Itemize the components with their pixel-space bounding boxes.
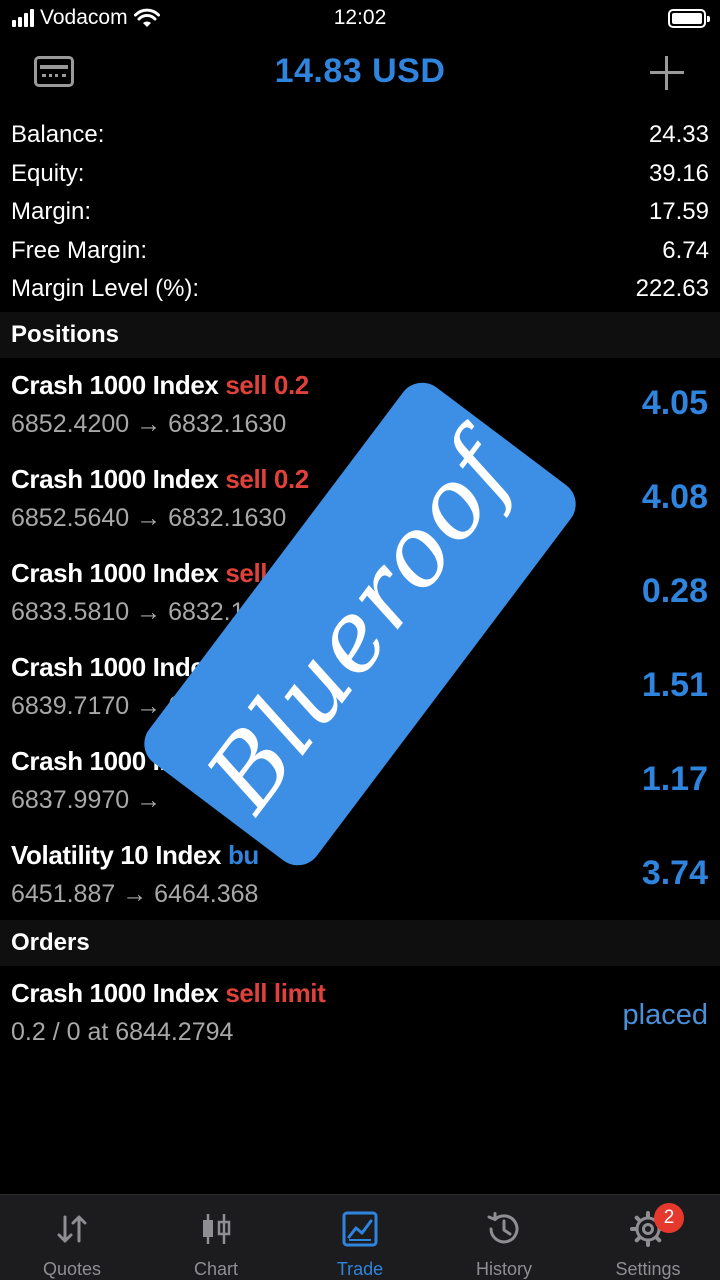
summary-row-free-margin: Free Margin: 6.74 xyxy=(0,232,720,271)
orders-section-header: Orders xyxy=(0,920,720,966)
position-prices: 6852.4200 → 6832.1630 xyxy=(11,410,287,438)
position-symbol: Crash 1000 Index xyxy=(11,558,219,588)
account-summary: Balance: 24.33 Equity: 39.16 Margin: 17.… xyxy=(0,116,720,309)
position-profit: 4.05 xyxy=(641,384,708,422)
tab-bar: Quotes Chart Trade History 2 Settings xyxy=(0,1194,720,1280)
summary-value: 6.74 xyxy=(662,236,709,264)
summary-label: Equity: xyxy=(11,159,85,187)
position-prices: 6451.887 → 6464.368 xyxy=(11,880,259,908)
position-prices: 6837.9970 → xyxy=(11,786,162,814)
candlestick-chart-icon xyxy=(203,1214,231,1244)
position-row[interactable]: Volatility 10 Index bu 6451.887 → 6464.3… xyxy=(0,828,720,922)
summary-value: 222.63 xyxy=(635,275,709,303)
trade-chart-icon xyxy=(342,1211,378,1247)
position-profit: 3.74 xyxy=(641,854,708,892)
summary-row-equity: Equity: 39.16 xyxy=(0,155,720,194)
orders-list: Crash 1000 Index sell limit 0.2 / 0 at 6… xyxy=(0,966,720,1060)
summary-value: 24.33 xyxy=(648,121,709,149)
position-profit: 1.51 xyxy=(641,666,708,704)
position-symbol: Volatility 10 Index xyxy=(11,840,222,870)
notification-badge: 2 xyxy=(654,1203,684,1233)
add-order-plus-icon[interactable] xyxy=(650,56,684,90)
position-side: sell 0.2 xyxy=(225,370,309,400)
summary-label: Margin: xyxy=(11,198,92,226)
order-row[interactable]: Crash 1000 Index sell limit 0.2 / 0 at 6… xyxy=(0,966,720,1060)
tab-label: Settings xyxy=(615,1259,681,1279)
summary-row-margin-level: Margin Level (%): 222.63 xyxy=(0,270,720,309)
position-symbol: Crash 1000 Index xyxy=(11,370,219,400)
position-profit: 0.28 xyxy=(641,572,708,610)
tab-label: History xyxy=(475,1259,532,1279)
position-side: sell 0.2 xyxy=(225,464,309,494)
order-side: sell limit xyxy=(225,978,326,1008)
tab-label: Chart xyxy=(193,1259,238,1279)
order-symbol: Crash 1000 Index xyxy=(11,978,219,1008)
quotes-arrows-icon xyxy=(57,1215,87,1243)
position-prices: 6852.5640 → 6832.1630 xyxy=(11,504,287,532)
summary-label: Balance: xyxy=(11,121,105,149)
summary-value: 17.59 xyxy=(648,198,709,226)
tab-trade[interactable]: Trade xyxy=(288,1195,432,1280)
summary-label: Free Margin: xyxy=(11,236,148,264)
top-bar: 14.83 USD xyxy=(0,44,720,104)
position-profit: 1.17 xyxy=(641,760,708,798)
battery-icon xyxy=(668,9,710,28)
position-symbol: Crash 1000 Index xyxy=(11,464,219,494)
summary-row-balance: Balance: 24.33 xyxy=(0,116,720,155)
summary-row-margin: Margin: 17.59 xyxy=(0,193,720,232)
position-side: bu xyxy=(227,840,259,870)
position-row[interactable]: Crash 1000 Index sell 0.2 6852.4200 → 68… xyxy=(0,358,720,452)
tab-quotes[interactable]: Quotes xyxy=(0,1195,144,1280)
status-time: 12:02 xyxy=(333,6,387,29)
order-detail: 0.2 / 0 at 6844.2794 xyxy=(11,1018,234,1046)
positions-section-header: Positions xyxy=(0,312,720,358)
history-clock-icon xyxy=(487,1212,519,1244)
tab-chart[interactable]: Chart xyxy=(144,1195,288,1280)
tab-settings[interactable]: 2 Settings xyxy=(576,1195,720,1280)
account-balance-title: 14.83 USD xyxy=(274,52,446,90)
position-prices: 6833.5810 → 6832.16 xyxy=(11,598,259,626)
tab-label: Trade xyxy=(336,1259,384,1279)
tab-label: Quotes xyxy=(42,1259,102,1279)
status-bar: Vodacom 12:02 xyxy=(0,0,720,38)
tab-history[interactable]: History xyxy=(432,1195,576,1280)
summary-label: Margin Level (%): xyxy=(11,275,200,303)
order-status: placed xyxy=(622,999,708,1031)
position-profit: 4.08 xyxy=(641,478,708,516)
summary-value: 39.16 xyxy=(648,159,709,187)
